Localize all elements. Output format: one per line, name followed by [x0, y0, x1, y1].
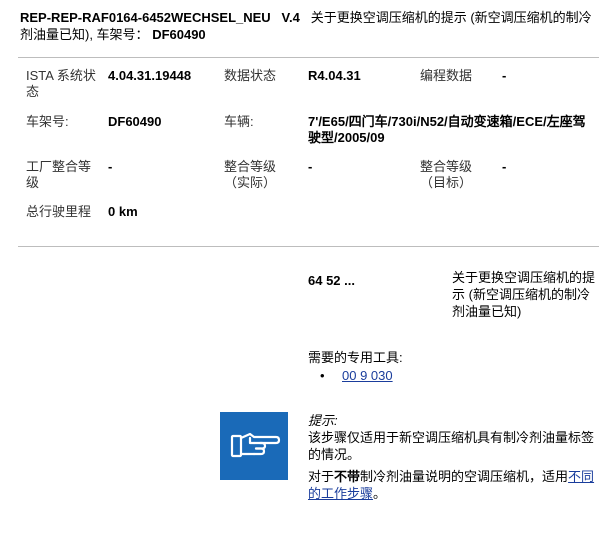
target-level-value: -: [502, 159, 507, 174]
mileage-label: 总行驶里程: [26, 204, 92, 219]
title-version: V.4: [281, 10, 300, 25]
page-title: REP-REP-RAF0164-6452WECHSEL_NEU V.4 关于更换…: [20, 9, 598, 43]
ista-value: 4.04.31.19448: [108, 68, 192, 83]
tool-list-item: • 00 9 030: [320, 368, 393, 383]
tool-link-00-9-030[interactable]: 00 9 030: [342, 368, 393, 383]
bullet-icon: •: [320, 368, 325, 383]
special-tools-heading: 需要的专用工具:: [308, 350, 403, 365]
vin-label: 车架号:: [26, 114, 69, 129]
pointing-hand-icon: [220, 412, 288, 480]
vehicle-value: 7'/E65/四门车/730i/N52/自动变速箱/ECE/左座驾驶型/2005…: [308, 114, 586, 145]
vehicle-label: 车辆:: [224, 114, 254, 129]
hint-line-2: 对于不带制冷剂油量说明的空调压缩机，适用不同的工作步骤。: [308, 468, 600, 502]
actual-level-label: 整合等级（实际）: [224, 159, 277, 190]
data-status-label: 数据状态: [224, 68, 277, 83]
hint-line-2-text-a: 对于: [308, 469, 335, 484]
title-code: REP-REP-RAF0164-6452WECHSEL_NEU: [20, 10, 271, 25]
target-level-label: 整合等级（目标）: [420, 159, 473, 190]
vehicle-info-table: ISTA 系统状态 4.04.31.19448 数据状态 R4.04.31 编程…: [18, 57, 599, 247]
hint-label: 提示:: [308, 413, 338, 428]
factory-level-value: -: [108, 159, 113, 174]
ista-label: ISTA 系统状态: [26, 68, 96, 99]
actual-level-value: -: [308, 159, 313, 174]
hint-line-2-text-b: 制冷剂油量说明的空调压缩机，适用: [360, 469, 569, 484]
factory-level-label: 工厂整合等级: [26, 159, 92, 190]
hint-note: 提示: 该步骤仅适用于新空调压缩机具有制冷剂油量标签的情况。 对于不带制冷剂油量…: [308, 412, 600, 502]
hint-line-2-end: 。: [373, 486, 387, 501]
mileage-value: 0 km: [108, 204, 138, 219]
program-data-value: -: [502, 68, 507, 83]
step-description: 关于更换空调压缩机的提示 (新空调压缩机的制冷剂油量已知): [452, 270, 596, 319]
hint-line-1: 该步骤仅适用于新空调压缩机具有制冷剂油量标签的情况。: [308, 430, 595, 462]
title-vin: DF60490: [152, 27, 206, 42]
vin-value: DF60490: [108, 114, 162, 129]
step-code: 64 52 ...: [308, 273, 355, 288]
program-data-label: 编程数据: [420, 68, 473, 83]
data-status-value: R4.04.31: [308, 68, 361, 83]
hint-line-2-bold: 不带: [334, 469, 361, 484]
